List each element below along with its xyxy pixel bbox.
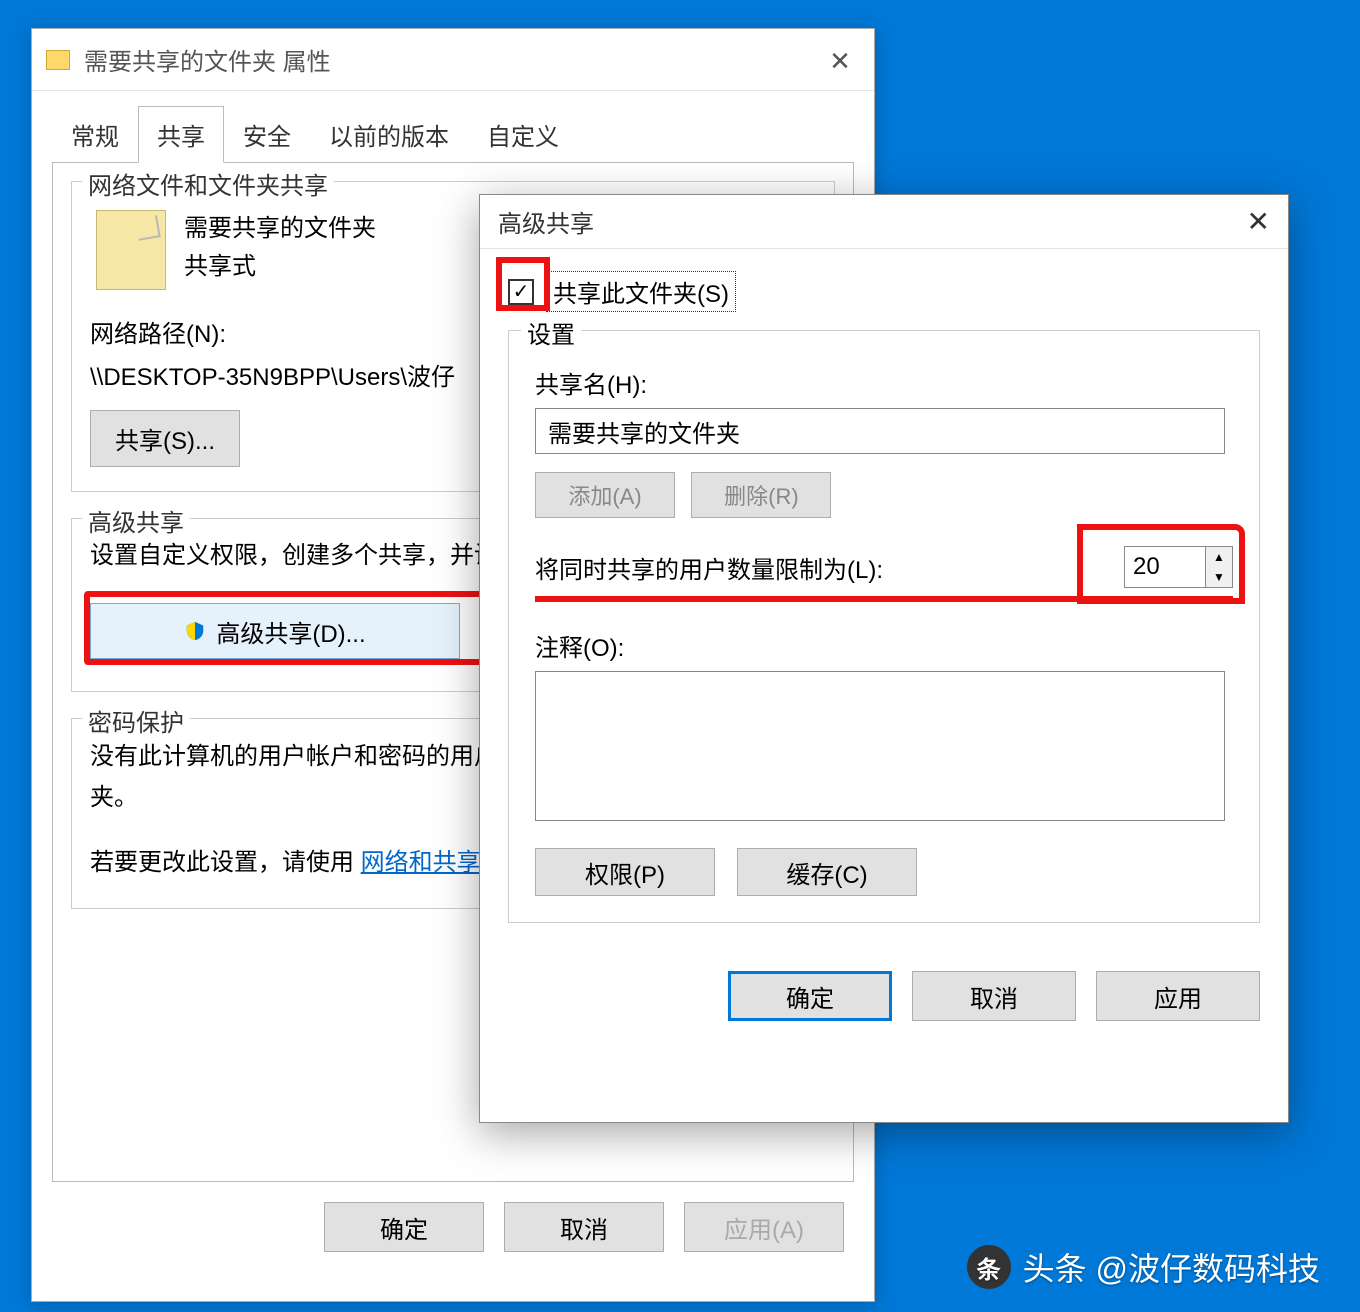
ok-button[interactable]: 确定 — [324, 1202, 484, 1252]
folder-icon — [46, 50, 70, 70]
password-protection-legend: 密码保护 — [82, 703, 190, 738]
user-limit-label: 将同时共享的用户数量限制为(L): — [535, 550, 883, 585]
share-name-input[interactable] — [535, 408, 1225, 454]
shared-folder-icon — [96, 210, 166, 290]
settings-group: 设置 共享名(H): 添加(A) 删除(R) 将同时共享的用户数量限制为(L):… — [508, 330, 1260, 923]
cancel-button[interactable]: 取消 — [504, 1202, 664, 1252]
watermark: 条 头条 @波仔数码科技 — [967, 1244, 1320, 1290]
watermark-prefix: 头条 — [1023, 1244, 1087, 1290]
watermark-logo-icon: 条 — [967, 1245, 1011, 1289]
adv-cancel-button[interactable]: 取消 — [912, 971, 1076, 1021]
apply-button[interactable]: 应用(A) — [684, 1202, 844, 1252]
tab-previous-versions[interactable]: 以前的版本 — [310, 106, 468, 163]
window-title: 需要共享的文件夹 属性 — [84, 42, 331, 77]
advanced-sharing-dialog: 高级共享 ✕ ✓ 共享此文件夹(S) 设置 共享名(H): 添加(A) 删除(R… — [479, 194, 1289, 1123]
comment-textarea[interactable] — [535, 671, 1225, 821]
close-icon[interactable]: ✕ — [1247, 205, 1270, 238]
annotation-highlight — [535, 596, 1233, 602]
remove-button[interactable]: 删除(R) — [691, 472, 831, 518]
adv-titlebar[interactable]: 高级共享 ✕ — [480, 195, 1288, 249]
permissions-button[interactable]: 权限(P) — [535, 848, 715, 896]
annotation-highlight — [84, 591, 494, 665]
adv-ok-button[interactable]: 确定 — [728, 971, 892, 1021]
annotation-highlight — [496, 257, 550, 311]
comment-label: 注释(O): — [535, 628, 1233, 663]
share-button[interactable]: 共享(S)... — [90, 410, 240, 467]
tab-customize[interactable]: 自定义 — [468, 106, 578, 163]
adv-apply-button[interactable]: 应用 — [1096, 971, 1260, 1021]
dialog-buttons: 确定 取消 应用(A) — [32, 1182, 874, 1252]
user-limit-row: 将同时共享的用户数量限制为(L): ▲ ▼ — [535, 546, 1233, 588]
caching-button[interactable]: 缓存(C) — [737, 848, 917, 896]
tab-security[interactable]: 安全 — [224, 106, 310, 163]
close-icon[interactable]: ✕ — [820, 43, 860, 79]
network-sharing-legend: 网络文件和文件夹共享 — [82, 166, 334, 201]
add-button[interactable]: 添加(A) — [535, 472, 675, 518]
tab-sharing[interactable]: 共享 — [138, 106, 224, 163]
watermark-text: @波仔数码科技 — [1096, 1244, 1321, 1290]
settings-legend: 设置 — [521, 315, 581, 350]
share-state: 共享式 — [184, 248, 376, 286]
share-folder-checkbox-row: ✓ 共享此文件夹(S) — [508, 271, 1260, 312]
share-folder-checkbox-label: 共享此文件夹(S) — [546, 271, 736, 312]
annotation-highlight — [1077, 524, 1245, 604]
tab-general[interactable]: 常规 — [52, 106, 138, 163]
password-desc-2: 若要更改此设置，请使用 — [90, 849, 354, 876]
adv-dialog-buttons: 确定 取消 应用 — [480, 945, 1288, 1047]
advanced-sharing-legend: 高级共享 — [82, 503, 190, 538]
titlebar[interactable]: 需要共享的文件夹 属性 ✕ — [32, 29, 874, 91]
adv-title: 高级共享 — [498, 204, 594, 239]
share-name-label: 共享名(H): — [535, 365, 1233, 400]
tabs: 常规 共享 安全 以前的版本 自定义 — [32, 91, 874, 162]
shared-folder-name: 需要共享的文件夹 — [184, 210, 376, 248]
